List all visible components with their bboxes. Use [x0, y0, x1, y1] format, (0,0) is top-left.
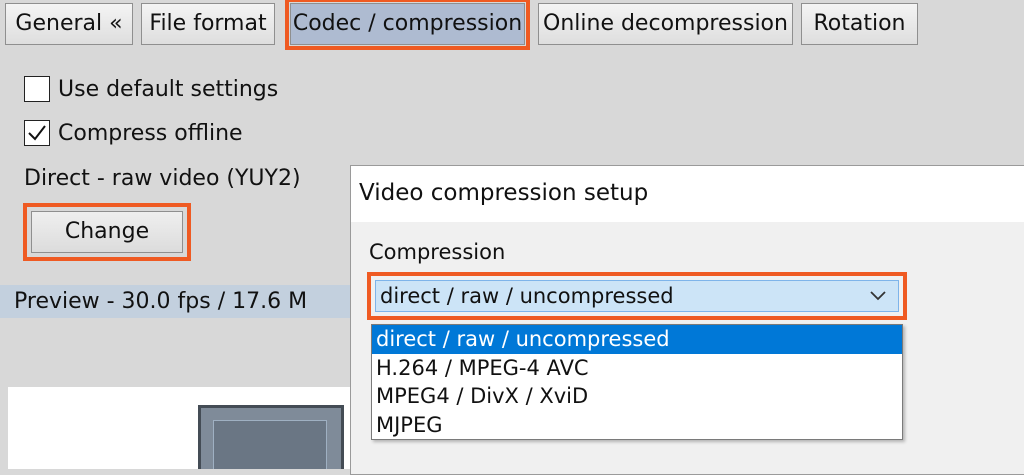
checkmark-icon	[28, 125, 46, 141]
use-default-settings-checkbox[interactable]	[24, 76, 50, 102]
chevron-down-icon	[870, 291, 886, 301]
use-default-settings-label: Use default settings	[58, 76, 279, 102]
preview-status-bar: Preview - 30.0 fps / 17.6 M	[0, 285, 352, 318]
preview-monitor	[198, 405, 344, 469]
change-button-highlight: Change	[23, 203, 191, 261]
option-mpeg4[interactable]: MPEG4 / DivX / XviD	[372, 382, 902, 411]
video-compression-dialog: Video compression setup Compression dire…	[350, 165, 1024, 475]
option-h264[interactable]: H.264 / MPEG-4 AVC	[372, 354, 902, 383]
preview-graph	[213, 420, 327, 469]
use-default-settings-row[interactable]: Use default settings	[24, 74, 278, 104]
tab-rotation[interactable]: Rotation	[801, 3, 918, 45]
preview-thumbnail	[8, 387, 353, 469]
compress-offline-checkbox[interactable]	[24, 120, 50, 146]
tab-online-decompression[interactable]: Online decompression	[538, 3, 793, 45]
option-mjpeg[interactable]: MJPEG	[372, 411, 902, 440]
tab-general[interactable]: General «	[5, 3, 133, 45]
compression-select-highlight: direct / raw / uncompressed	[367, 272, 907, 320]
compression-select[interactable]: direct / raw / uncompressed	[375, 280, 899, 312]
compress-offline-label: Compress offline	[58, 120, 243, 146]
dialog-title: Video compression setup	[351, 166, 1024, 222]
compression-dropdown-list: direct / raw / uncompressed H.264 / MPEG…	[371, 324, 903, 440]
codec-name: Direct - raw video (YUY2)	[24, 166, 301, 191]
preview-status-text: Preview - 30.0 fps / 17.6 M	[14, 289, 308, 314]
change-button[interactable]: Change	[31, 211, 183, 253]
tab-file-format[interactable]: File format	[141, 3, 275, 45]
compress-offline-row[interactable]: Compress offline	[24, 118, 243, 148]
tab-codec-compression[interactable]: Codec / compression	[285, 0, 530, 50]
option-direct-raw[interactable]: direct / raw / uncompressed	[372, 325, 902, 354]
compression-label: Compression	[369, 240, 506, 264]
compression-select-value: direct / raw / uncompressed	[380, 284, 674, 308]
